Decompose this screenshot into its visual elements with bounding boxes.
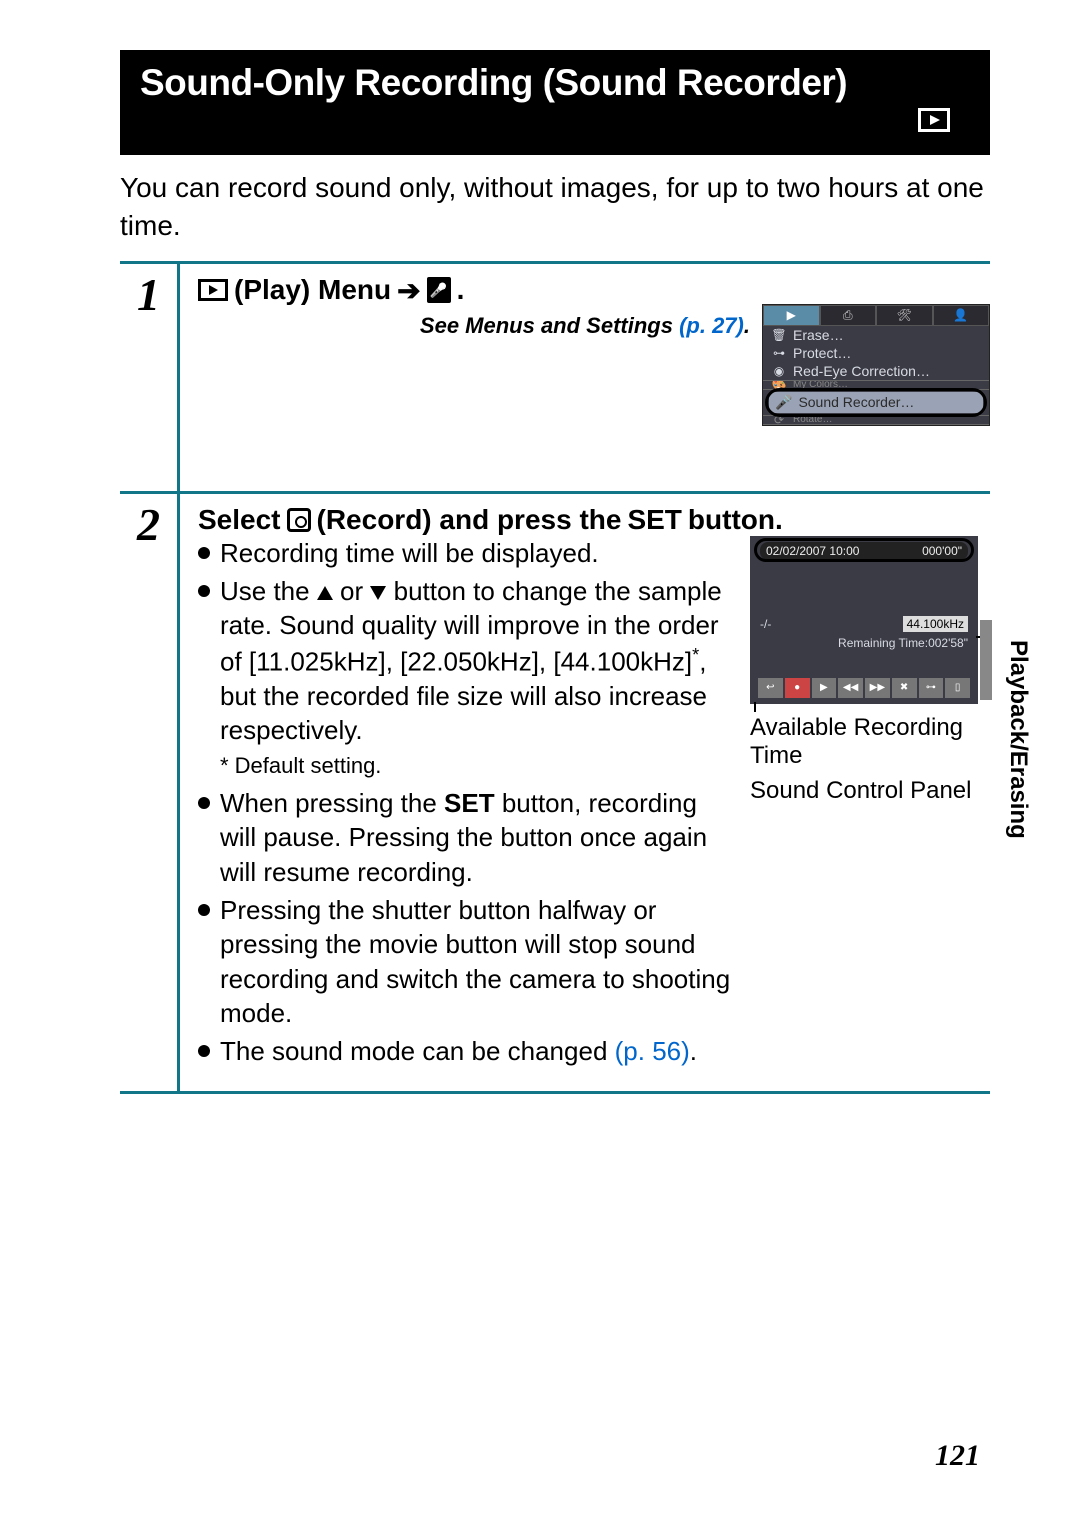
sound-control-panel: ↩ ● ▶ ◀◀ ▶▶ ✖ ⊶ ▯ <box>758 678 970 698</box>
page-title-bar: Sound-Only Recording (Sound Recorder) <box>120 50 990 155</box>
page-27-link[interactable]: (p. 27) <box>679 313 744 338</box>
page-56-link[interactable]: (p. 56) <box>615 1036 690 1066</box>
arrow-icon: ➔ <box>397 274 420 307</box>
ctrl-exit-icon: ↩ <box>758 678 783 698</box>
section-label: Playback/Erasing <box>1004 640 1032 839</box>
caption-available-time: Available Recording Time <box>750 714 990 772</box>
step-1: 1 (Play) Menu ➔ . See Menus and Settings… <box>120 261 990 491</box>
intro-text: You can record sound only, without image… <box>120 169 990 245</box>
step1-camera-menu: ▶ ⎙ 🛠 👤 🗑Erase… ⊶Protect… ◉Red-Eye Corre… <box>762 304 990 426</box>
page-title: Sound-Only Recording (Sound Recorder) <box>140 62 970 104</box>
play-mode-icon <box>918 108 950 132</box>
ctrl-record-icon: ● <box>785 678 810 698</box>
down-triangle-icon <box>370 586 386 600</box>
step1-heading: (Play) Menu ➔ . <box>198 274 990 307</box>
bullet-1: Recording time will be displayed. <box>198 536 732 570</box>
rec-remaining: Remaining Time:002'58" <box>838 636 968 650</box>
mic-icon <box>427 277 451 303</box>
bullet-4: Pressing the shutter button halfway or p… <box>198 893 732 1030</box>
tab-tools-icon: 🛠 <box>876 305 933 326</box>
section-tab <box>980 620 992 700</box>
bullet-2: Use the or button to change the sample r… <box>198 574 732 747</box>
bullet-3: When pressing the SET button, recording … <box>198 786 732 889</box>
ctrl-play-icon: ▶ <box>812 678 837 698</box>
tab-play-icon: ▶ <box>763 305 820 326</box>
ctrl-vol-icon: ▯ <box>945 678 970 698</box>
step-number-cell: 1 <box>120 264 180 491</box>
ctrl-rew-icon: ◀◀ <box>838 678 863 698</box>
step-2: 2 Select (Record) and press the SET butt… <box>120 491 990 1091</box>
ctrl-delete-icon: ✖ <box>892 678 917 698</box>
step-number: 2 <box>137 499 160 550</box>
time-highlight-oval <box>754 538 974 562</box>
ctrl-lock-icon: ⊶ <box>919 678 944 698</box>
rec-track: -/- <box>760 617 771 631</box>
menu-redeye: ◉Red-Eye Correction… <box>763 362 989 380</box>
step-number: 1 <box>137 269 160 320</box>
highlight-oval <box>765 388 987 417</box>
bullet-5: The sound mode can be changed (p. 56). <box>198 1034 732 1068</box>
ctrl-ff-icon: ▶▶ <box>865 678 890 698</box>
page-number: 121 <box>935 1439 980 1473</box>
rec-khz: 44.100kHz <box>903 616 968 632</box>
menu-erase: 🗑Erase… <box>763 326 989 344</box>
record-icon <box>287 508 311 532</box>
footnote: * Default setting. <box>220 751 732 780</box>
step-number-cell: 2 <box>120 494 180 1091</box>
play-icon <box>198 279 228 301</box>
caption-control-panel: Sound Control Panel <box>750 777 990 806</box>
menu-protect: ⊶Protect… <box>763 344 989 362</box>
step2-heading: Select (Record) and press the SET button… <box>198 504 990 536</box>
tab-print-icon: ⎙ <box>820 305 877 326</box>
up-triangle-icon <box>317 586 333 600</box>
tab-person-icon: 👤 <box>933 305 990 326</box>
step2-recorder-screen: 02/02/2007 10:00 000'00" -/- 44.100kHz R… <box>750 536 990 1073</box>
